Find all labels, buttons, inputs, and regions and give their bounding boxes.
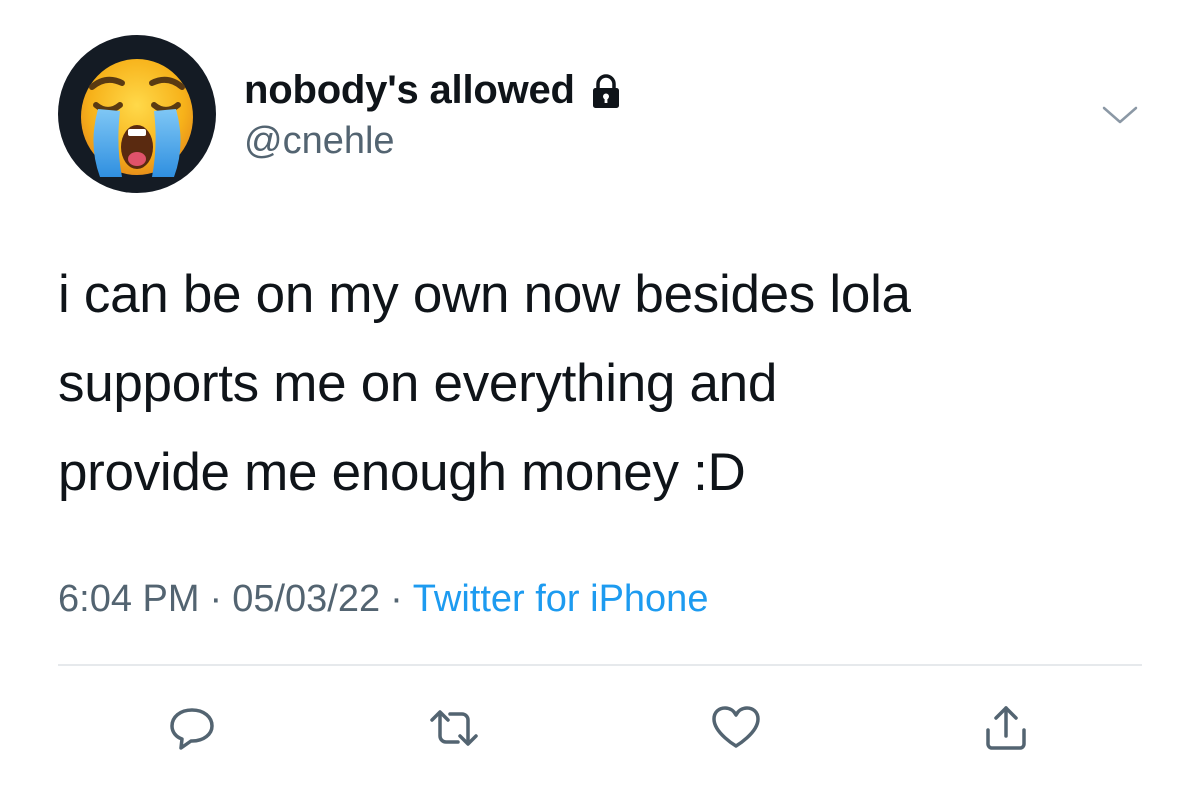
avatar[interactable] — [58, 35, 216, 193]
tweet-source-link[interactable]: Twitter for iPhone — [413, 578, 709, 620]
author-handle[interactable]: @cnehle — [244, 120, 395, 163]
tweet-date: 05/03/22 — [232, 578, 381, 620]
divider — [58, 664, 1142, 666]
loudly-crying-face-icon — [81, 59, 193, 177]
tweet-time: 6:04 PM — [58, 578, 200, 620]
lock-icon — [587, 72, 625, 110]
heart-icon — [712, 706, 760, 748]
reply-button[interactable] — [164, 700, 220, 756]
meta-separator: · — [390, 578, 403, 620]
chevron-down-icon[interactable] — [1100, 100, 1140, 130]
tweet-meta: 6:04 PM · 05/03/22 · Twitter for iPhone — [58, 578, 708, 621]
author-name-row: nobody's allowed — [244, 62, 625, 118]
action-bar — [0, 700, 1200, 756]
share-icon — [986, 706, 1026, 750]
like-button[interactable] — [708, 700, 764, 756]
tweet: nobody's allowed @cnehle i can be on my … — [0, 0, 1200, 793]
meta-separator: · — [209, 578, 223, 620]
display-name[interactable]: nobody's allowed — [244, 68, 575, 113]
retweet-button[interactable] — [426, 700, 482, 756]
retweet-icon — [430, 710, 478, 746]
share-button[interactable] — [978, 700, 1034, 756]
tweet-text: i can be on my own now besides lola supp… — [58, 265, 911, 502]
reply-icon — [170, 708, 214, 750]
